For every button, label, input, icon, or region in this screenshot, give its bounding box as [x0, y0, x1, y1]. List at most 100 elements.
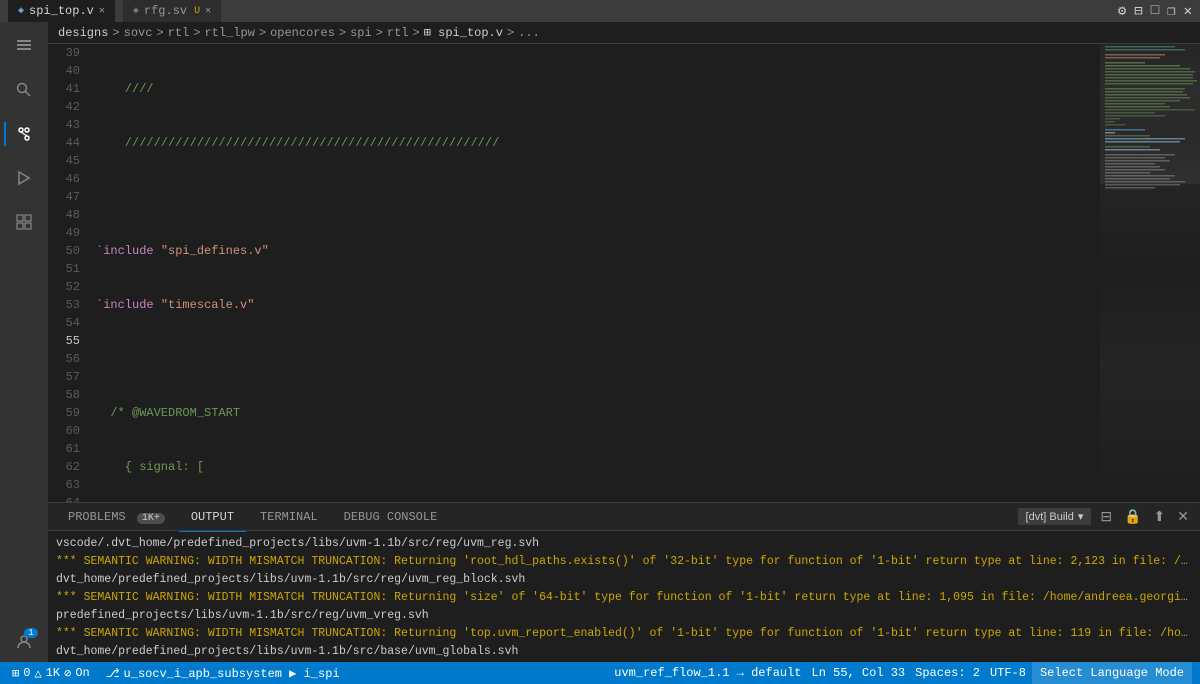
terminal-label: TERMINAL	[260, 510, 318, 524]
minimap[interactable]	[1100, 44, 1200, 502]
unsaved-indicator: U	[194, 6, 200, 17]
remote-icon: ⊞	[12, 666, 19, 681]
restore-icon[interactable]: ❐	[1167, 3, 1175, 20]
branch-icon: ⎇	[106, 666, 120, 681]
output-line-3: dvt_home/predefined_projects/libs/uvm-1.…	[56, 571, 1192, 589]
status-branch[interactable]: ⎇ u_socv_i_apb_subsystem ▶ i_spi	[102, 662, 344, 684]
output-line-4: *** SEMANTIC WARNING: WIDTH MISMATCH TRU…	[56, 589, 1192, 607]
code-pane: 39 40 41 42 43 44 45 46 47 48 49 50 51 5…	[48, 44, 1100, 502]
maximize-icon[interactable]: □	[1151, 3, 1159, 20]
panel: PROBLEMS 1K+ OUTPUT TERMINAL DEBUG CONSO…	[48, 502, 1200, 662]
breadcrumb-spi[interactable]: spi	[350, 26, 372, 40]
problems-badge: 1K+	[137, 513, 165, 524]
debug-console-label: DEBUG CONSOLE	[344, 510, 438, 524]
sidebar-item-accounts[interactable]: 1	[4, 622, 44, 662]
close-panel-icon[interactable]: ✕	[1174, 508, 1192, 525]
sidebar-item-extensions[interactable]	[4, 202, 44, 242]
minimap-viewport[interactable]	[1100, 44, 1200, 184]
output-dropdown[interactable]: [dvt] Build ▾	[1018, 508, 1092, 525]
status-language-mode[interactable]: Select Language Mode	[1032, 662, 1192, 684]
output-label: OUTPUT	[191, 510, 234, 524]
breadcrumb: designs > sovc > rtl > rtl_lpw > opencor…	[48, 22, 1200, 44]
editor-content: 39 40 41 42 43 44 45 46 47 48 49 50 51 5…	[48, 44, 1200, 502]
tab-output[interactable]: OUTPUT	[179, 506, 246, 528]
breadcrumb-rtl-lpw[interactable]: rtl_lpw	[204, 26, 254, 40]
status-position[interactable]: Ln 55, Col 33	[808, 662, 910, 684]
status-warnings: 1K	[46, 666, 60, 680]
sidebar-item-explorer[interactable]	[4, 26, 44, 66]
tab-terminal[interactable]: TERMINAL	[248, 506, 330, 528]
expand-panel-icon[interactable]: ⬆	[1151, 508, 1169, 525]
problems-label: PROBLEMS	[68, 510, 126, 524]
output-line-1: vscode/.dvt_home/predefined_projects/lib…	[56, 535, 1192, 553]
close-window-icon[interactable]: ✕	[1184, 3, 1192, 20]
split-editor-icon[interactable]: ⊟	[1134, 3, 1142, 20]
branch-name: u_socv_i_apb_subsystem ▶ i_spi	[124, 666, 340, 681]
settings-icon[interactable]: ⚙	[1118, 3, 1126, 20]
status-bar: ⊞ 0 △ 1K ⊘ On ⎇ u_socv_i_apb_subsystem ▶…	[0, 662, 1200, 684]
code-line-42: `include "spi_defines.v"	[96, 242, 1100, 260]
no-errors-icon: ⊘	[64, 666, 71, 681]
language-mode-label: Select Language Mode	[1040, 666, 1184, 680]
file-icon: ◈	[133, 5, 139, 17]
output-line-5: predefined_projects/libs/uvm-1.1b/src/re…	[56, 607, 1192, 625]
tab-problems[interactable]: PROBLEMS 1K+	[56, 506, 177, 528]
tab-debug-console[interactable]: DEBUG CONSOLE	[332, 506, 450, 528]
tab-rfg-sv[interactable]: ◈ rfg.sv U ✕	[123, 0, 221, 22]
code-line-40: ////////////////////////////////////////…	[96, 134, 1100, 152]
code-line-43: `include "timescale.v"	[96, 296, 1100, 314]
status-encoding[interactable]: UTF-8	[986, 662, 1030, 684]
line-numbers: 39 40 41 42 43 44 45 46 47 48 49 50 51 5…	[48, 44, 88, 502]
spaces-label: Spaces: 2	[915, 666, 980, 680]
breadcrumb-rtl[interactable]: rtl	[168, 26, 190, 40]
code-lines[interactable]: //// ///////////////////////////////////…	[88, 44, 1100, 502]
encoding-label: UTF-8	[990, 666, 1026, 680]
tab-close-icon[interactable]: ✕	[99, 5, 105, 17]
output-line-7: dvt_home/predefined_projects/libs/uvm-1.…	[56, 643, 1192, 661]
accounts-badge: 1	[24, 628, 38, 638]
code-line-41	[96, 188, 1100, 206]
file-icon: ◈	[18, 5, 24, 17]
chevron-down-icon: ▾	[1078, 510, 1084, 523]
breadcrumb-file[interactable]: ⊞ spi_top.v	[424, 25, 503, 40]
status-spaces[interactable]: Spaces: 2	[911, 662, 984, 684]
title-bar: ◈ spi_top.v ✕ ◈ rfg.sv U ✕ ⚙ ⊟ □ ❐ ✕	[0, 0, 1200, 22]
tab-label: rfg.sv	[144, 4, 187, 18]
status-errors: 0	[23, 666, 30, 680]
tab-spi-top[interactable]: ◈ spi_top.v ✕	[8, 0, 115, 22]
breadcrumb-sovc[interactable]: sovc	[124, 26, 153, 40]
breadcrumb-designs[interactable]: designs	[58, 26, 108, 40]
status-on: On	[75, 666, 89, 680]
code-scroll[interactable]: 39 40 41 42 43 44 45 46 47 48 49 50 51 5…	[48, 44, 1100, 502]
status-remote[interactable]: ⊞ 0 △ 1K ⊘ On	[8, 662, 94, 684]
code-line-46: { signal: [	[96, 458, 1100, 476]
panel-tabs: PROBLEMS 1K+ OUTPUT TERMINAL DEBUG CONSO…	[48, 503, 1200, 531]
breadcrumb-rtl2[interactable]: rtl	[387, 26, 409, 40]
window-controls: ⚙ ⊟ □ ❐ ✕	[1118, 3, 1192, 20]
code-line-44	[96, 350, 1100, 368]
status-git-ref[interactable]: uvm_ref_flow_1.1 → default	[610, 662, 805, 684]
panel-actions: [dvt] Build ▾ ⊟ 🔒 ⬆ ✕	[1018, 508, 1192, 525]
output-line-6: *** SEMANTIC WARNING: WIDTH MISMATCH TRU…	[56, 625, 1192, 643]
sidebar-item-source-control[interactable]	[4, 114, 44, 154]
lock-output-icon[interactable]: 🔒	[1121, 508, 1144, 525]
panel-content: vscode/.dvt_home/predefined_projects/lib…	[48, 531, 1200, 662]
code-line-45: /* @WAVEDROM_START	[96, 404, 1100, 422]
clear-output-icon[interactable]: ⊟	[1097, 508, 1115, 525]
git-ref-label: uvm_ref_flow_1.1 → default	[614, 666, 801, 680]
editor-area: designs > sovc > rtl > rtl_lpw > opencor…	[48, 22, 1200, 662]
tab-close-icon[interactable]: ✕	[205, 5, 211, 17]
output-line-2: *** SEMANTIC WARNING: WIDTH MISMATCH TRU…	[56, 553, 1192, 571]
tab-label: spi_top.v	[29, 4, 94, 18]
sidebar-item-search[interactable]	[4, 70, 44, 110]
sidebar-item-run[interactable]	[4, 158, 44, 198]
breadcrumb-opencores[interactable]: opencores	[270, 26, 335, 40]
position-label: Ln 55, Col 33	[812, 666, 906, 680]
code-line-39: ////	[96, 80, 1100, 98]
status-right: uvm_ref_flow_1.1 → default Ln 55, Col 33…	[610, 662, 1192, 684]
activity-bar: 1	[0, 22, 48, 662]
error-icon: △	[34, 666, 41, 681]
breadcrumb-symbol[interactable]: ...	[518, 26, 540, 40]
main-layout: 1 designs > sovc > rtl > rtl_lpw > openc…	[0, 22, 1200, 662]
output-dropdown-label: [dvt] Build	[1026, 511, 1074, 523]
